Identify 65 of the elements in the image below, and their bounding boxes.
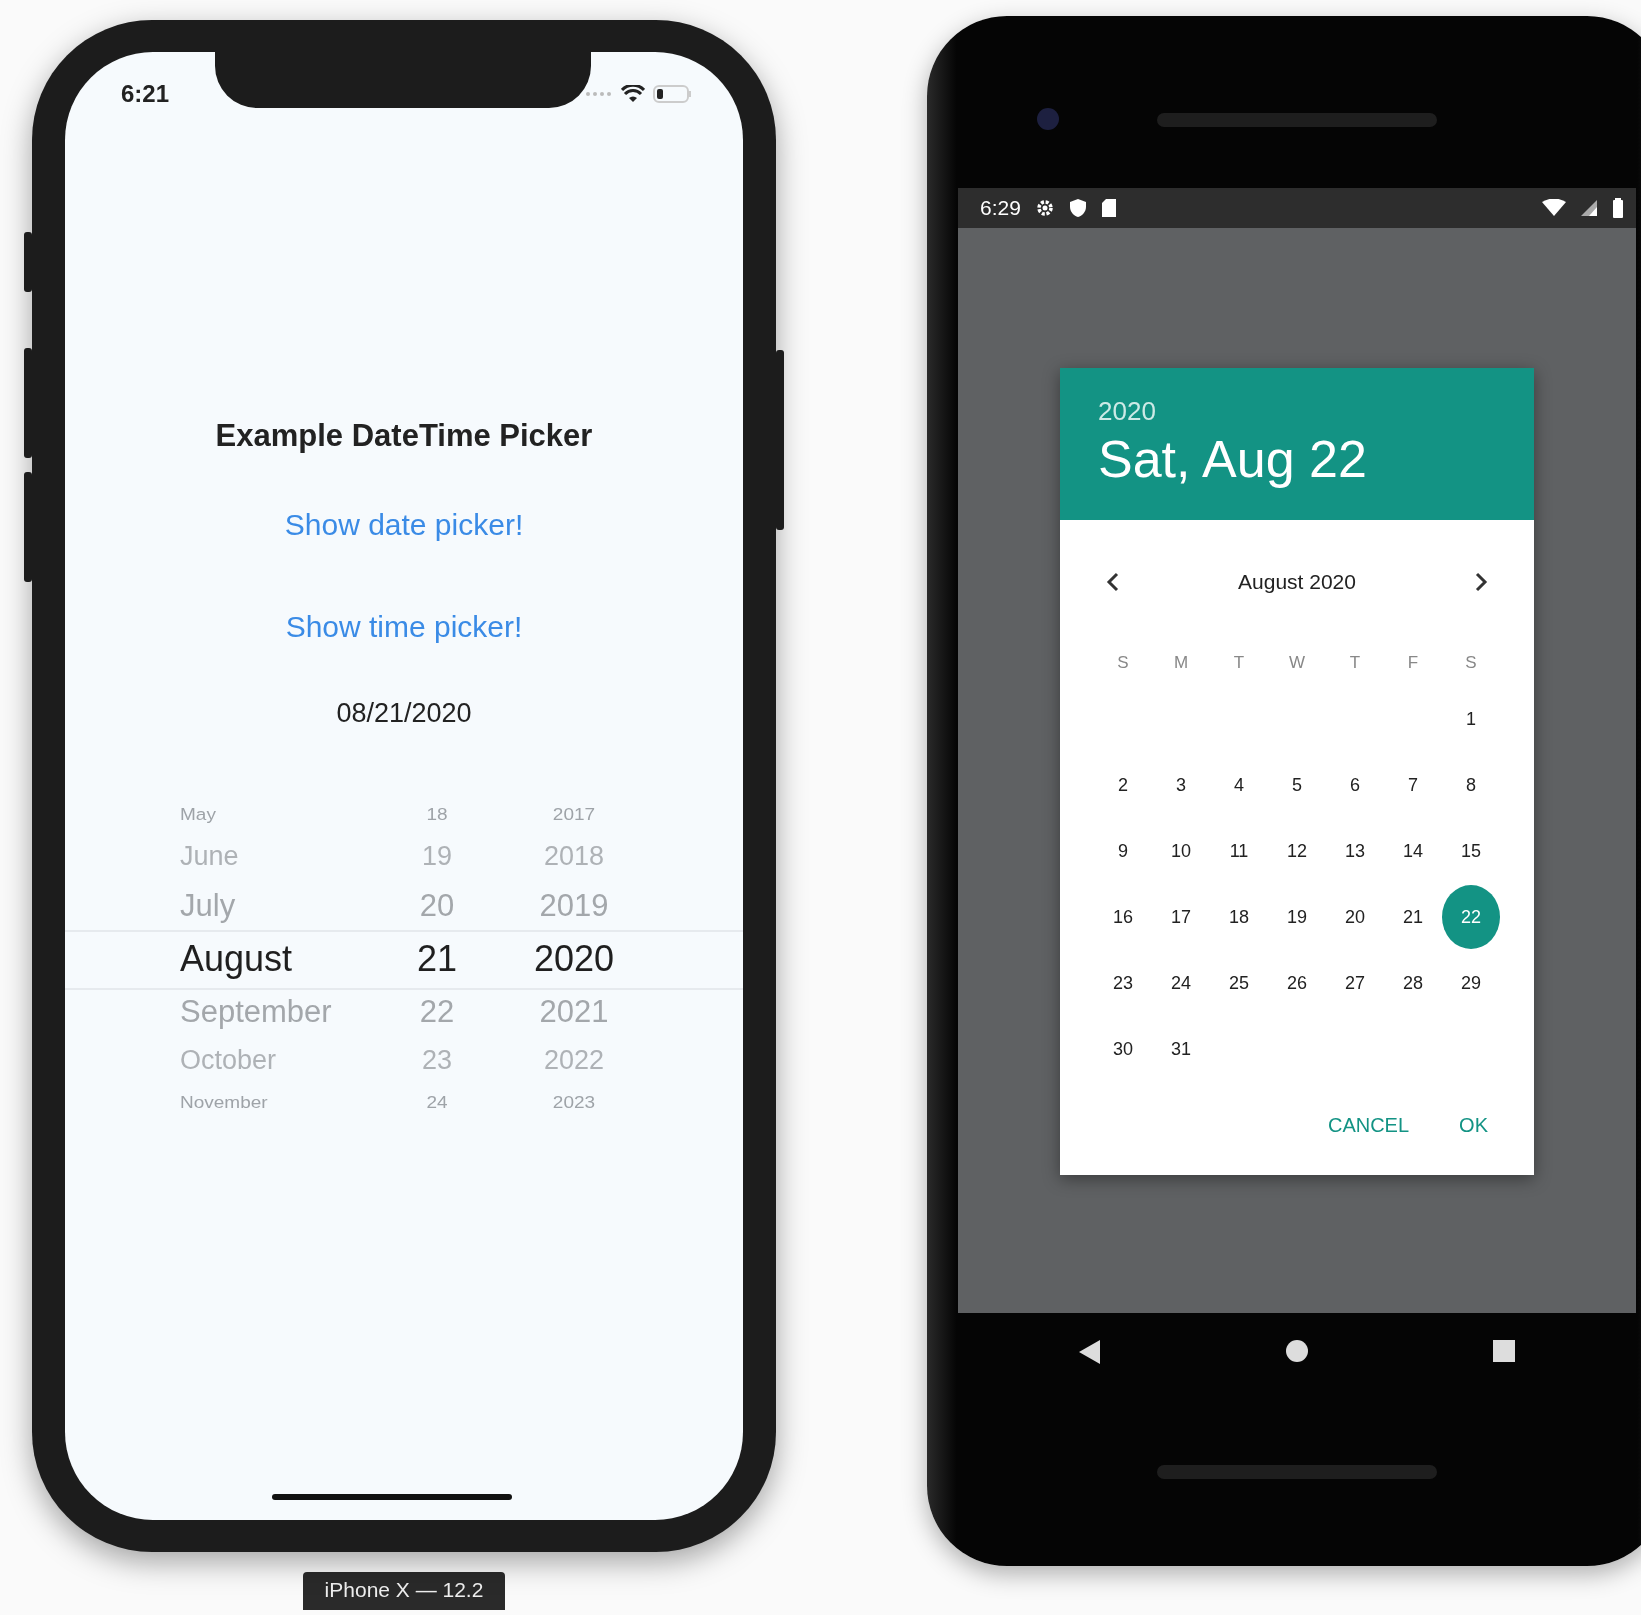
dialog-button[interactable]: OK xyxy=(1449,1106,1498,1145)
battery-icon xyxy=(653,84,693,104)
calendar-day[interactable]: 23 xyxy=(1094,951,1152,1015)
calendar-day[interactable]: 10 xyxy=(1152,819,1210,883)
home-icon[interactable] xyxy=(1285,1339,1309,1363)
dialog-button[interactable]: CANCEL xyxy=(1317,1106,1420,1145)
calendar-day[interactable]: 7 xyxy=(1384,753,1442,817)
sd-card-icon xyxy=(1100,198,1117,218)
weekday-label: T xyxy=(1348,652,1362,674)
calendar-day[interactable]: 13 xyxy=(1326,819,1384,883)
calendar-day[interactable]: 3 xyxy=(1152,753,1210,817)
recents-icon[interactable] xyxy=(1491,1339,1516,1363)
calendar-day[interactable]: 18 xyxy=(1210,885,1268,949)
month-title: August 2020 xyxy=(1238,570,1356,594)
calendar-day[interactable]: 21 xyxy=(1384,885,1442,949)
calendar-day[interactable]: 4 xyxy=(1210,753,1268,817)
calendar-day[interactable]: 14 xyxy=(1384,819,1442,883)
weekday-label: T xyxy=(1232,652,1246,674)
weekday-label: F xyxy=(1406,652,1420,674)
calendar-day[interactable]: 28 xyxy=(1384,951,1442,1015)
picker-item[interactable]: 2020 xyxy=(533,939,615,979)
calendar-day[interactable]: 12 xyxy=(1268,819,1326,883)
chevron-left-icon[interactable] xyxy=(1106,572,1120,592)
shield-icon xyxy=(1068,198,1087,218)
back-icon[interactable] xyxy=(1078,1339,1103,1365)
calendar-day[interactable]: 20 xyxy=(1326,885,1384,949)
date-value: 08/21/2020 xyxy=(336,698,472,729)
weekday-label: W xyxy=(1287,652,1306,674)
weekday-label: M xyxy=(1172,652,1190,674)
camera-icon xyxy=(1037,108,1059,130)
calendar-day[interactable]: 16 xyxy=(1094,885,1152,949)
calendar-day[interactable]: 19 xyxy=(1268,885,1326,949)
picker-item[interactable]: August xyxy=(180,939,293,979)
calendar-day[interactable]: 24 xyxy=(1152,951,1210,1015)
signal-icon xyxy=(1580,199,1598,217)
weekday-label: S xyxy=(1464,652,1478,674)
calendar-day[interactable]: 1 xyxy=(1442,687,1500,751)
screen-title: Example DateTime Picker xyxy=(215,418,593,454)
chevron-right-icon[interactable] xyxy=(1474,572,1488,592)
calendar-day[interactable]: 26 xyxy=(1268,951,1326,1015)
calendar-day[interactable]: 9 xyxy=(1094,819,1152,883)
device-label: iPhone X — 12.2 xyxy=(302,1572,506,1610)
calendar-day[interactable]: 27 xyxy=(1326,951,1384,1015)
status-time: 6:29 xyxy=(980,196,1021,220)
calendar-day[interactable]: 8 xyxy=(1442,753,1500,817)
battery-icon xyxy=(1612,198,1624,218)
calendar-day[interactable]: 15 xyxy=(1442,819,1500,883)
wifi-icon xyxy=(621,85,645,103)
calendar-day[interactable]: 25 xyxy=(1210,951,1268,1015)
signal-dots-icon xyxy=(585,91,613,97)
settings-icon xyxy=(1034,198,1055,218)
calendar-day[interactable]: 6 xyxy=(1326,753,1384,817)
header-date: Sat, Aug 22 xyxy=(1098,429,1368,489)
picker-item[interactable]: 21 xyxy=(416,939,457,979)
status-time: 6:21 xyxy=(121,80,170,108)
weekday-label: S xyxy=(1116,652,1130,674)
calendar-day[interactable]: 29 xyxy=(1442,951,1500,1015)
wifi-icon xyxy=(1542,199,1566,217)
calendar-day[interactable]: 31 xyxy=(1152,1017,1210,1081)
calendar-day[interactable]: 11 xyxy=(1210,819,1268,883)
calendar-day[interactable]: 22 xyxy=(1442,885,1500,949)
calendar-day[interactable]: 30 xyxy=(1094,1017,1152,1081)
calendar-day[interactable]: 17 xyxy=(1152,885,1210,949)
calendar-day[interactable]: 2 xyxy=(1094,753,1152,817)
calendar-day[interactable]: 5 xyxy=(1268,753,1326,817)
